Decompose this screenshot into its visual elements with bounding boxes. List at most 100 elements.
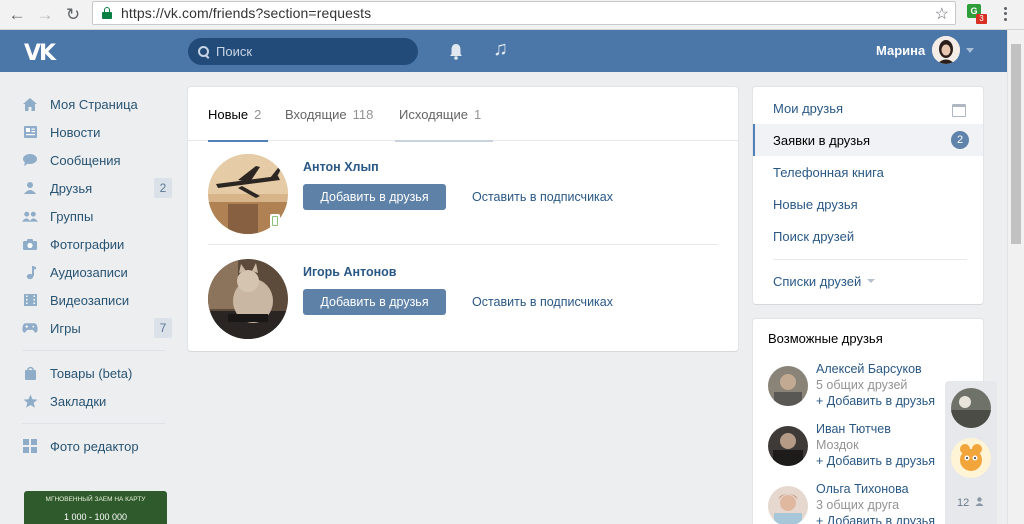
menu-item-find-friends[interactable]: Поиск друзей bbox=[753, 220, 983, 252]
menu-item-label: Телефонная книга bbox=[773, 164, 884, 180]
sidebar-item-label: Сообщения bbox=[50, 152, 121, 168]
chat-sidebar: 12 bbox=[945, 381, 997, 524]
user-avatar[interactable] bbox=[932, 36, 960, 64]
sidebar-item-label: Игры bbox=[50, 320, 81, 336]
menu-item-phone-book[interactable]: Телефонная книга bbox=[753, 156, 983, 188]
games-count-badge: 7 bbox=[154, 318, 172, 338]
reload-icon[interactable]: ↻ bbox=[62, 4, 84, 26]
menu-item-label: Заявки в друзья bbox=[773, 132, 871, 148]
user-name[interactable]: Марина bbox=[876, 43, 925, 58]
mobile-online-icon bbox=[270, 214, 280, 228]
chat-avatar[interactable] bbox=[951, 438, 991, 478]
music-icon[interactable]: ♫ bbox=[493, 38, 508, 61]
calendar-icon[interactable] bbox=[952, 104, 966, 117]
sidebar-item-label: Фотографии bbox=[50, 236, 125, 252]
sidebar-item-label: Моя Страница bbox=[50, 96, 138, 112]
camera-icon bbox=[22, 236, 38, 252]
search-icon bbox=[198, 45, 210, 58]
ad-banner-text: МГНОВЕННЫЙ ЗАЕМ НА КАРТУ bbox=[45, 496, 146, 503]
forward-arrow-icon[interactable]: → bbox=[34, 4, 56, 26]
tab-outgoing[interactable]: Исходящие 1 bbox=[395, 87, 493, 142]
possible-friend-name[interactable]: Ольга Тихонова bbox=[816, 482, 909, 496]
sidebar-item-video[interactable]: Видеозаписи bbox=[20, 286, 175, 314]
sidebar-item-photos[interactable]: Фотографии bbox=[20, 230, 175, 258]
tab-count: 2 bbox=[254, 106, 262, 122]
page-scrollbar[interactable] bbox=[1007, 30, 1024, 524]
bag-icon bbox=[22, 365, 38, 381]
sidebar-item-news[interactable]: Новости bbox=[20, 118, 175, 146]
menu-divider bbox=[773, 259, 967, 260]
possible-friend-name[interactable]: Иван Тютчев bbox=[816, 422, 891, 436]
add-possible-friend-link[interactable]: + Добавить в друзья bbox=[816, 394, 935, 408]
sidebar-item-label: Видеозаписи bbox=[50, 292, 130, 308]
possible-friend-avatar[interactable] bbox=[768, 366, 808, 406]
chat-avatar[interactable] bbox=[951, 388, 991, 428]
tab-label: Исходящие bbox=[399, 106, 468, 122]
sidebar-item-friends[interactable]: Друзья 2 bbox=[20, 174, 175, 202]
ad-banner[interactable]: МГНОВЕННЫЙ ЗАЕМ НА КАРТУ 1 000 - 100 000 bbox=[24, 491, 167, 524]
tab-new[interactable]: Новые 2 bbox=[208, 87, 268, 142]
keep-subscriber-link[interactable]: Оставить в подписчиках bbox=[472, 190, 613, 204]
online-count[interactable]: 12 bbox=[957, 497, 984, 509]
tab-label: Новые bbox=[208, 106, 249, 122]
scrollbar-thumb[interactable] bbox=[1011, 44, 1021, 244]
extension-icon[interactable]: G 3 bbox=[966, 3, 987, 24]
possible-friend-mutual: 5 общих друзей bbox=[816, 378, 908, 392]
friends-icon bbox=[22, 180, 38, 196]
sidebar-item-goods[interactable]: Товары (beta) bbox=[20, 359, 175, 387]
browser-menu-icon[interactable] bbox=[1000, 4, 1010, 24]
menu-item-new-friends[interactable]: Новые друзья bbox=[753, 188, 983, 220]
sidebar-item-messages[interactable]: Сообщения bbox=[20, 146, 175, 174]
bookmark-star-icon[interactable]: ☆ bbox=[935, 4, 949, 24]
sidebar-item-label: Аудиозаписи bbox=[50, 264, 128, 280]
sidebar-item-groups[interactable]: Группы bbox=[20, 202, 175, 230]
sidebar-item-games[interactable]: Игры 7 bbox=[20, 314, 175, 342]
request-avatar[interactable] bbox=[208, 259, 288, 339]
add-friend-button[interactable]: Добавить в друзья bbox=[303, 184, 446, 210]
chevron-down-icon[interactable] bbox=[966, 48, 974, 53]
possible-friend-avatar[interactable] bbox=[768, 426, 808, 466]
menu-item-label: Поиск друзей bbox=[773, 228, 855, 244]
menu-item-label: Новые друзья bbox=[773, 196, 858, 212]
tab-incoming[interactable]: Входящие 118 bbox=[285, 87, 373, 141]
row-divider bbox=[208, 244, 718, 245]
sidebar-item-photo-editor[interactable]: Фото редактор bbox=[20, 432, 175, 460]
requests-count-badge: 2 bbox=[951, 131, 969, 149]
add-friend-button[interactable]: Добавить в друзья bbox=[303, 289, 446, 315]
back-arrow-icon[interactable]: ← bbox=[6, 4, 28, 26]
sidebar-divider bbox=[22, 350, 165, 351]
url-text[interactable]: https://vk.com/friends?section=requests bbox=[121, 5, 371, 21]
sidebar-item-label: Новости bbox=[50, 124, 101, 140]
possible-friend-city: Моздок bbox=[816, 438, 859, 452]
sidebar-item-bookmarks[interactable]: Закладки bbox=[20, 387, 175, 415]
friend-request-row: Антон Хлып Добавить в друзья Оставить в … bbox=[208, 154, 718, 259]
messages-icon bbox=[22, 152, 38, 168]
request-name[interactable]: Игорь Антонов bbox=[303, 265, 397, 279]
sidebar-item-my-page[interactable]: Моя Страница bbox=[20, 90, 175, 118]
chevron-down-icon bbox=[867, 279, 876, 283]
bell-icon[interactable] bbox=[447, 42, 465, 60]
keep-subscriber-link[interactable]: Оставить в подписчиках bbox=[472, 295, 613, 309]
menu-item-friend-lists[interactable]: Списки друзей bbox=[753, 265, 983, 297]
search-box[interactable] bbox=[188, 38, 418, 65]
sidebar-item-audio[interactable]: Аудиозаписи bbox=[20, 258, 175, 286]
menu-item-friend-requests[interactable]: Заявки в друзья 2 bbox=[753, 124, 983, 156]
friends-count-badge: 2 bbox=[154, 178, 172, 198]
possible-friend-name[interactable]: Алексей Барсуков bbox=[816, 362, 922, 376]
tab-label: Входящие bbox=[285, 106, 347, 122]
add-possible-friend-link[interactable]: + Добавить в друзья bbox=[816, 454, 935, 468]
lock-icon bbox=[102, 7, 112, 19]
request-name[interactable]: Антон Хлып bbox=[303, 160, 379, 174]
gamepad-icon bbox=[22, 320, 38, 336]
vk-logo[interactable]: VK bbox=[24, 41, 56, 66]
possible-friend-avatar[interactable] bbox=[768, 486, 808, 524]
news-icon bbox=[22, 124, 38, 140]
site-header: VK ♫ Марина bbox=[0, 30, 1007, 72]
address-bar[interactable]: https://vk.com/friends?section=requests … bbox=[92, 1, 956, 25]
groups-icon bbox=[22, 208, 38, 224]
search-input[interactable] bbox=[216, 44, 396, 59]
home-icon bbox=[22, 96, 38, 112]
menu-item-my-friends[interactable]: Мои друзья bbox=[753, 92, 983, 124]
music-note-icon bbox=[22, 264, 38, 280]
add-possible-friend-link[interactable]: + Добавить в друзья bbox=[816, 514, 935, 524]
